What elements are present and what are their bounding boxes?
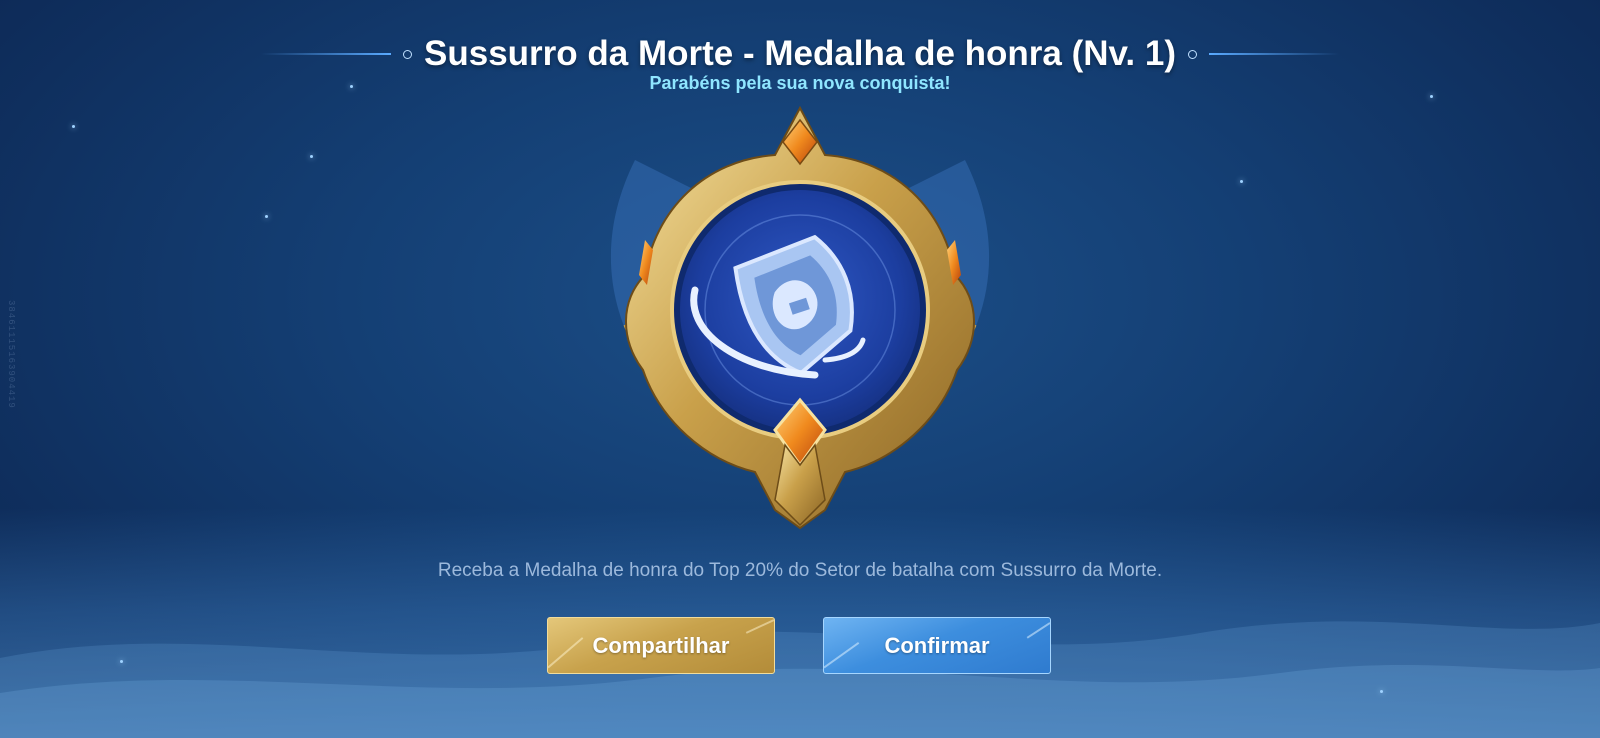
build-id-text: 38461115163904419 [6,300,16,409]
page-title: Sussurro da Morte - Medalha de honra (Nv… [424,34,1176,73]
share-button[interactable]: Compartilhar [547,617,775,674]
background-wave [0,621,1600,738]
confirm-button[interactable]: Confirmar [823,617,1051,674]
title-decoration-left [261,53,391,55]
sparkle [310,155,313,158]
sparkle [265,215,268,218]
medal-description: Receba a Medalha de honra do Top 20% do … [437,560,1163,581]
sparkle [1380,690,1383,693]
title-dot-right [1187,49,1197,59]
title-row: Sussurro da Morte - Medalha de honra (Nv… [0,32,1600,76]
sparkle [1430,95,1433,98]
sparkle [72,125,75,128]
shield-medal-icon [610,105,990,530]
sparkle [120,660,123,663]
title-dot-left [403,49,412,59]
confirm-button-label: Confirmar [884,632,990,658]
page-subtitle: Parabéns pela sua nova conquista! [649,73,951,93]
sparkle [1240,180,1243,183]
title-decoration-right [1208,53,1339,55]
share-button-label: Compartilhar [592,632,730,658]
